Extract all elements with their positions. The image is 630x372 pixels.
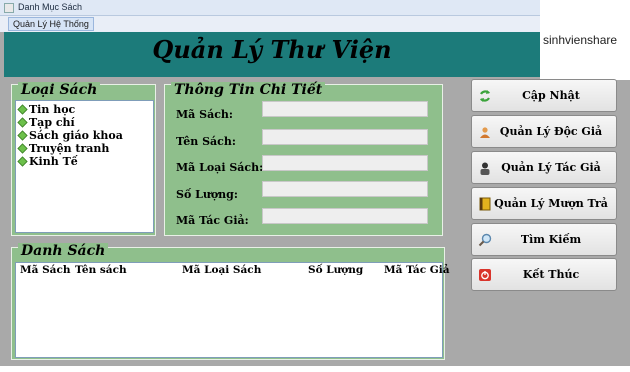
ket-thuc-button[interactable]: Kết Thúc (471, 258, 617, 291)
ma-tac-gia-label: Mã Tác Giả: (176, 214, 249, 227)
ma-loai-sach-input[interactable] (262, 155, 428, 171)
page-title: Quản Lý Thư Viện (152, 35, 392, 64)
ma-tac-gia-input[interactable] (262, 208, 428, 224)
tree-item-sach-giao-khoa[interactable]: Sách giáo khoa (17, 129, 123, 142)
quan-ly-tac-gia-button[interactable]: Quản Lý Tác Giả (471, 151, 617, 184)
menu-bar: Quản Lý Hệ Thống (0, 16, 540, 32)
column-header-ten-sach[interactable]: Tên sách (75, 264, 127, 276)
ten-sach-input[interactable] (262, 129, 428, 145)
column-header-ma-tac-gia[interactable]: Mã Tác Giả (384, 264, 450, 276)
ma-sach-input[interactable] (262, 101, 428, 117)
watermark-text: sinhvienshare (543, 33, 630, 53)
cap-nhat-button[interactable]: Cập Nhật (471, 79, 617, 112)
danh-sach-grid[interactable]: Mã Sách Tên sách Mã Loại Sách Số Lượng M… (15, 262, 450, 358)
column-header-ma-sach[interactable]: Mã Sách (20, 264, 71, 276)
danh-sach-caption: Danh Sách (18, 243, 109, 259)
column-header-ma-loai-sach[interactable]: Mã Loại Sách (182, 264, 261, 276)
ma-loai-sach-label: Mã Loại Sách: (176, 161, 264, 174)
ket-thuc-label: Kết Thúc (522, 268, 580, 281)
tree-item-tap-chi[interactable]: Tạp chí (17, 116, 75, 129)
so-luong-label: Số Lượng: (176, 188, 238, 201)
ma-sach-label: Mã Sách: (176, 108, 233, 121)
tree-item-tin-hoc[interactable]: Tin học (17, 103, 75, 116)
background-outside-bottom (0, 366, 630, 372)
quan-ly-doc-gia-label: Quản Lý Độc Giả (499, 125, 603, 138)
loai-sach-caption: Loại Sách (18, 82, 101, 98)
menu-quan-ly-he-thong[interactable]: Quản Lý Hệ Thống (8, 17, 94, 31)
cap-nhat-label: Cập Nhật (522, 89, 580, 102)
app-icon (4, 3, 14, 13)
ten-sach-label: Tên Sách: (176, 135, 236, 148)
tim-kiem-label: Tìm Kiếm (520, 233, 582, 246)
so-luong-input[interactable] (262, 181, 428, 197)
tree-item-kinh-te[interactable]: Kinh Tế (17, 155, 78, 168)
danh-sach-group: Danh Sách Mã Sách Tên sách Mã Loại Sách … (11, 243, 450, 360)
quan-ly-doc-gia-button[interactable]: Quản Lý Độc Giả (471, 115, 617, 148)
header-banner: Quản Lý Thư Viện (4, 32, 540, 77)
thong-tin-group: Thông Tin Chi Tiết Mã Sách: Tên Sách: Mã… (164, 82, 443, 236)
quan-ly-tac-gia-label: Quản Lý Tác Giả (501, 161, 601, 174)
loai-sach-tree[interactable]: Tin học Tạp chí Sách giáo khoa Truyện tr… (15, 100, 154, 233)
category-icon (17, 117, 28, 128)
quan-ly-muon-tra-button[interactable]: Quản Lý Mượn Trả (471, 187, 617, 220)
category-icon (17, 104, 28, 115)
window-title: Danh Mục Sách (18, 2, 83, 12)
thong-tin-caption: Thông Tin Chi Tiết (171, 82, 326, 98)
title-bar: Danh Mục Sách (0, 0, 540, 16)
column-header-so-luong[interactable]: Số Lượng (308, 264, 363, 276)
app-window: Danh Mục Sách Quản Lý Hệ Thống sinhviens… (0, 0, 630, 372)
category-icon (17, 130, 28, 141)
loai-sach-group: Loại Sách Tin học Tạp chí Sách giáo khoa… (11, 82, 156, 236)
category-icon (17, 143, 28, 154)
tim-kiem-button[interactable]: Tìm Kiếm (471, 223, 617, 256)
category-icon (17, 156, 28, 167)
quan-ly-muon-tra-label: Quản Lý Mượn Trả (494, 197, 608, 210)
tree-item-truyen-tranh[interactable]: Truyện tranh (17, 142, 109, 155)
